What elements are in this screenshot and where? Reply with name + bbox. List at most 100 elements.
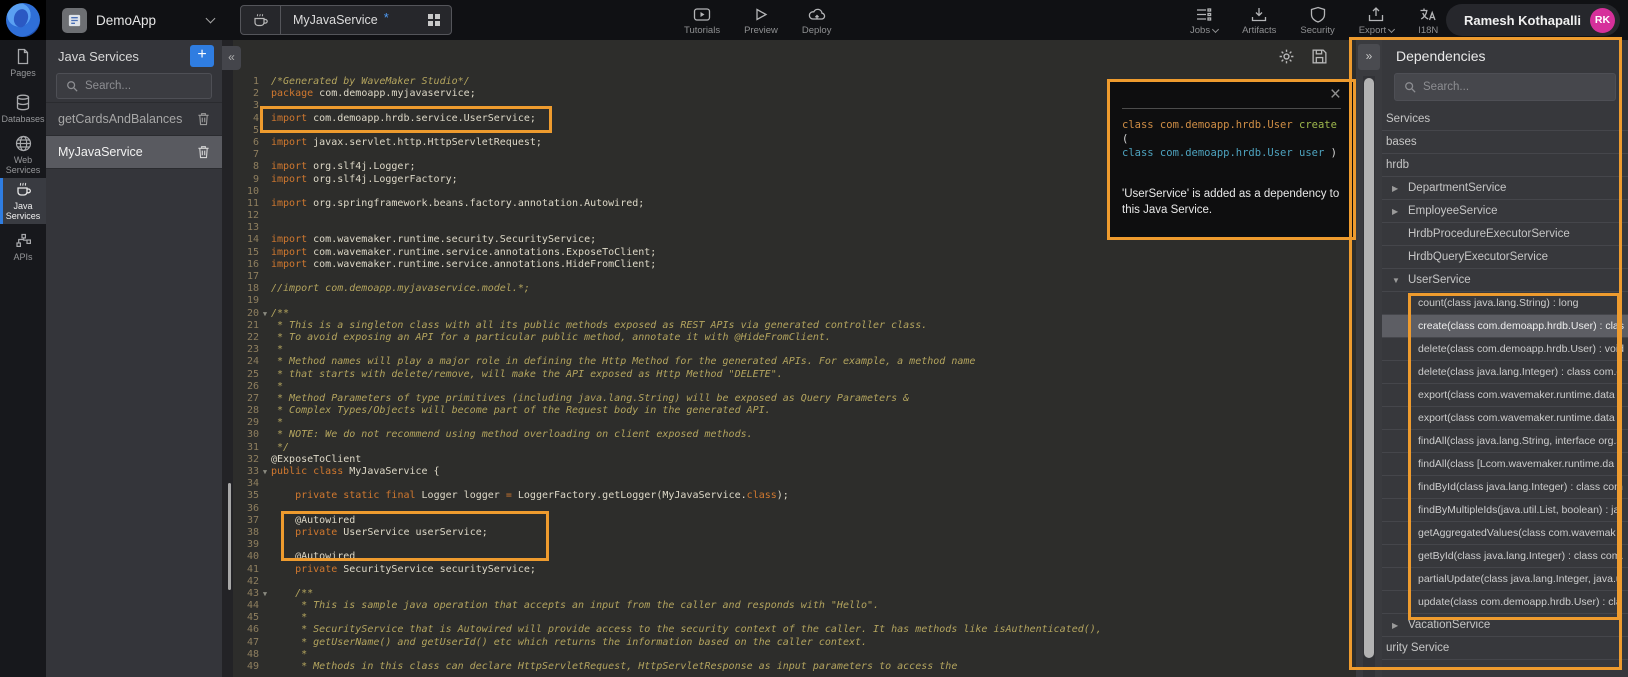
security-icon: [1309, 5, 1327, 23]
header-deploy-button[interactable]: Deploy: [790, 0, 844, 40]
tree-node-row[interactable]: HrdbProcedureExecutorService: [1382, 223, 1628, 246]
dependencies-scrollbar-thumb[interactable]: [1364, 78, 1374, 658]
tree-node-row[interactable]: bases: [1382, 131, 1628, 154]
line-number: 2: [233, 88, 259, 100]
tree-method-row[interactable]: findById(class java.lang.Integer) : clas…: [1382, 476, 1628, 499]
services-search-input[interactable]: [85, 80, 202, 92]
fold-gutter: [259, 381, 271, 393]
fold-gutter: [259, 454, 271, 466]
tree-method-row[interactable]: delete(class java.lang.Integer) : class …: [1382, 361, 1628, 384]
action-label: Security: [1300, 25, 1334, 36]
line-number: 49: [233, 661, 259, 673]
tree-label: findById(class java.lang.Integer) : clas…: [1418, 481, 1623, 493]
dependencies-search-input[interactable]: [1423, 81, 1606, 93]
header-preview-button[interactable]: Preview: [732, 0, 790, 40]
user-menu[interactable]: Ramesh Kothapalli RK: [1446, 4, 1620, 36]
tree-node-row[interactable]: hrdb: [1382, 154, 1628, 177]
fold-gutter: [259, 332, 271, 344]
action-label: Export: [1359, 25, 1386, 36]
fold-marker-icon[interactable]: ▼: [259, 466, 271, 478]
wavemaker-logo-icon[interactable]: [6, 3, 40, 37]
service-list-item[interactable]: MyJavaService: [46, 136, 222, 169]
tree-node-row[interactable]: Services: [1382, 108, 1628, 131]
tree-node-row[interactable]: HrdbQueryExecutorService: [1382, 246, 1628, 269]
tree-node-row[interactable]: ▶DepartmentService: [1382, 177, 1628, 200]
arrow-right-icon: ▶: [1392, 184, 1408, 193]
code-line: 22 * To avoid exposing an API for a part…: [233, 332, 1353, 344]
fold-gutter: [259, 100, 271, 112]
code-text: import com.wavemaker.runtime.service.ann…: [271, 247, 656, 259]
header-jobs-button[interactable]: Jobs: [1178, 0, 1230, 40]
tree-label: count(class java.lang.String) : long: [1418, 297, 1579, 309]
fold-gutter: [259, 198, 271, 210]
tree-method-row[interactable]: partialUpdate(class java.lang.Integer, j…: [1382, 568, 1628, 591]
code-text: *: [271, 612, 307, 624]
line-number: 35: [233, 490, 259, 502]
header-tutorials-button[interactable]: Tutorials: [672, 0, 732, 40]
method-signature: class com.demoapp.hrdb.User create ( cla…: [1122, 118, 1341, 160]
fold-gutter: [259, 88, 271, 100]
editor-settings-gear-icon[interactable]: [1278, 48, 1295, 65]
header-security-button[interactable]: Security: [1288, 0, 1346, 40]
tree-method-row[interactable]: update(class com.demoapp.hrdb.User) : cl…: [1382, 591, 1628, 614]
app-switcher[interactable]: DemoApp: [52, 0, 224, 40]
fold-gutter: [259, 320, 271, 332]
tree-method-row[interactable]: findAll(class java.lang.String, interfac…: [1382, 430, 1628, 453]
tree-method-row[interactable]: findByMultipleIds(java.util.List, boolea…: [1382, 499, 1628, 522]
line-number: 33: [233, 466, 259, 478]
tree-node-row[interactable]: ▶VacationService: [1382, 614, 1628, 637]
service-list-item[interactable]: getCardsAndBalances: [46, 103, 222, 136]
add-service-button[interactable]: +: [190, 45, 214, 67]
code-text: @Autowired: [271, 551, 355, 563]
action-label: Jobs: [1190, 25, 1210, 36]
grid-icon[interactable]: [427, 13, 441, 27]
trash-icon[interactable]: [197, 145, 210, 159]
save-icon[interactable]: [1311, 48, 1328, 65]
sidebar-item-apis[interactable]: APIs: [0, 224, 46, 270]
header-artifacts-button[interactable]: Artifacts: [1230, 0, 1288, 40]
fold-gutter: [259, 76, 271, 88]
tree-node-row[interactable]: ▼UserService: [1382, 269, 1628, 292]
fold-marker-icon[interactable]: ▼: [259, 308, 271, 320]
tree-label: partialUpdate(class java.lang.Integer, j…: [1418, 573, 1622, 585]
fold-marker-icon[interactable]: ▼: [259, 588, 271, 600]
fold-gutter: [259, 503, 271, 515]
file-tab[interactable]: MyJavaService *: [240, 5, 452, 35]
tree-node-row[interactable]: ▶EmployeeService: [1382, 200, 1628, 223]
tree-method-row[interactable]: delete(class com.demoapp.hrdb.User) : vo…: [1382, 338, 1628, 361]
line-number: 21: [233, 320, 259, 332]
sidebar-item-pages[interactable]: Pages: [0, 40, 46, 86]
editor-scrollbar-thumb[interactable]: [228, 483, 231, 590]
pages-icon: [15, 48, 31, 65]
header-export-button[interactable]: Export: [1347, 0, 1406, 40]
chevron-down-icon: [1388, 25, 1395, 32]
tree-method-row[interactable]: findAll(class [Lcom.wavemaker.runtime.da: [1382, 453, 1628, 476]
sidebar-item-label: Databases: [1, 114, 45, 124]
tree-node-row[interactable]: urity Service: [1382, 637, 1628, 660]
tree-method-row[interactable]: export(class com.wavemaker.runtime.data: [1382, 407, 1628, 430]
code-line: 47 * getUserName() and getUserId() etc w…: [233, 637, 1353, 649]
services-list: getCardsAndBalancesMyJavaService: [46, 102, 222, 169]
tree-label: HrdbProcedureExecutorService: [1408, 228, 1570, 240]
tree-method-row[interactable]: create(class com.demoapp.hrdb.User) : cl…: [1382, 315, 1628, 338]
code-line: 19: [233, 295, 1353, 307]
code-text: * getUserName() and getUserId() etc whic…: [271, 637, 867, 649]
tree-method-row[interactable]: export(class com.wavemaker.runtime.data: [1382, 384, 1628, 407]
trash-icon[interactable]: [197, 112, 210, 126]
tree-method-row[interactable]: count(class java.lang.String) : long: [1382, 292, 1628, 315]
sidebar-item-databases[interactable]: Databases: [0, 86, 46, 132]
close-icon[interactable]: ×: [1330, 84, 1341, 106]
code-line: 49 * Methods in this class can declare H…: [233, 661, 1353, 673]
tree-label: getById(class java.lang.Integer) : class…: [1418, 550, 1623, 562]
line-number: 31: [233, 442, 259, 454]
code-text: @Autowired: [271, 515, 355, 527]
collapse-panel-button[interactable]: «: [222, 46, 241, 70]
code-text: * Methods in this class can declare Http…: [271, 661, 957, 673]
tree-method-row[interactable]: getAggregatedValues(class com.wavemak: [1382, 522, 1628, 545]
tree-method-row[interactable]: getById(class java.lang.Integer) : class…: [1382, 545, 1628, 568]
top-header: DemoApp MyJavaService * TutorialsPreview…: [0, 0, 1628, 40]
header-i18n-button[interactable]: I18N: [1406, 0, 1450, 40]
sidebar-item-web-services[interactable]: Web Services: [0, 132, 46, 178]
expand-panel-button[interactable]: »: [1358, 44, 1380, 70]
sidebar-item-java-services[interactable]: Java Services: [0, 178, 46, 224]
